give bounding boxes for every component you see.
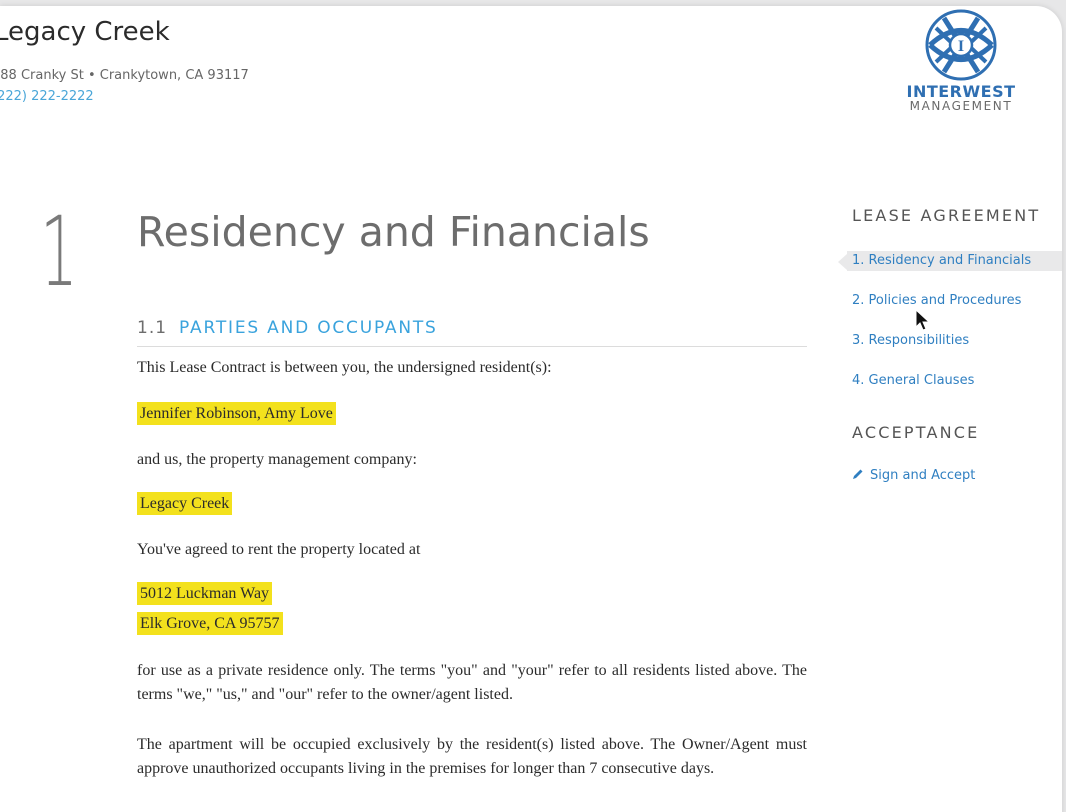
toc-item-label: 2. Policies and Procedures [852, 293, 1022, 308]
residents-highlight: Jennifer Robinson, Amy Love [137, 402, 336, 425]
terms-paragraph: for use as a private residence only. The… [137, 662, 807, 703]
globe-emblem-icon: I [925, 9, 997, 81]
lease-agreement-heading: LEASE AGREEMENT [852, 206, 1041, 225]
section-title: Residency and Financials [137, 208, 650, 256]
interwest-logo: I INTERWEST MANAGEMENT [898, 8, 1024, 126]
address-line1-highlight: 5012 Luckman Way [137, 582, 273, 605]
sign-and-accept-label: Sign and Accept [870, 468, 976, 483]
toc-item-policies-procedures[interactable]: 2. Policies and Procedures [852, 291, 1062, 311]
property-name: Legacy Creek [0, 17, 170, 47]
logo-subtitle: MANAGEMENT [909, 99, 1013, 113]
acceptance-heading: ACCEPTANCE [852, 423, 980, 442]
subsection-heading: 1.1 PARTIES AND OCCUPANTS [137, 318, 807, 347]
property-phone-link[interactable]: (222) 222-2222 [0, 89, 94, 104]
address-line2-highlight: Elk Grove, CA 95757 [137, 612, 283, 635]
pencil-icon [853, 469, 863, 479]
svg-text:I: I [958, 38, 964, 55]
section-number: 1 [40, 196, 78, 308]
company-highlight: Legacy Creek [137, 492, 233, 515]
toc-item-label: 1. Residency and Financials [852, 253, 1032, 268]
logo-name: INTERWEST [906, 82, 1016, 101]
subsection-title: PARTIES AND OCCUPANTS [179, 318, 438, 338]
property-intro: You've agreed to rent the property locat… [137, 541, 421, 558]
occupancy-paragraph: The apartment will be occupied exclusive… [137, 736, 807, 777]
sign-and-accept-link[interactable]: Sign and Accept [852, 466, 1062, 486]
toc-item-responsibilities[interactable]: 3. Responsibilities [852, 331, 1062, 351]
company-intro: and us, the property management company: [137, 451, 417, 468]
toc-item-label: 3. Responsibilities [852, 333, 970, 348]
toc-item-label: 4. General Clauses [852, 373, 975, 388]
property-address: 388 Cranky St • Crankytown, CA 93117 [0, 68, 249, 83]
lease-document-page: Legacy Creek 388 Cranky St • Crankytown,… [0, 6, 1062, 812]
toc-item-general-clauses[interactable]: 4. General Clauses [852, 371, 1062, 391]
table-of-contents-sidebar: LEASE AGREEMENT 1. Residency and Financi… [838, 206, 1062, 486]
parties-intro: This Lease Contract is between you, the … [137, 359, 552, 376]
mouse-pointer-icon [915, 309, 931, 331]
toc-item-residency-financials[interactable]: 1. Residency and Financials [838, 251, 1062, 271]
subsection-number: 1.1 [137, 318, 168, 338]
